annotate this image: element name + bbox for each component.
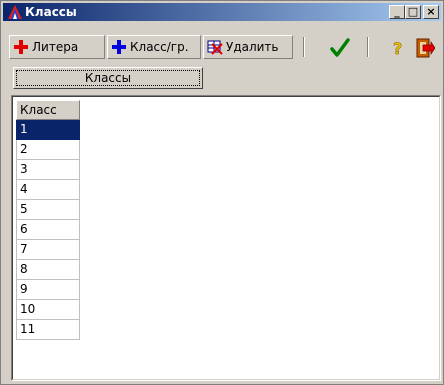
table-row[interactable]: 3 [16,160,80,180]
table-row[interactable]: 1 [16,120,80,140]
table-row[interactable]: 9 [16,280,80,300]
table-row[interactable]: 2 [16,140,80,160]
add-liter-label: Литера [32,40,79,54]
blue-plus-icon [110,38,128,56]
delete-button[interactable]: Удалить [203,35,293,59]
app-logo-icon [7,4,23,20]
table-row[interactable]: 11 [16,320,80,340]
maximize-button[interactable]: □ [405,5,421,19]
toolbar-separator [303,37,305,57]
table-row[interactable]: 4 [16,180,80,200]
svg-text:?: ? [393,39,402,58]
table-row[interactable]: 8 [16,260,80,280]
table-row[interactable]: 7 [16,240,80,260]
table-row[interactable]: 6 [16,220,80,240]
delete-label: Удалить [226,40,279,54]
add-class-group-button[interactable]: Класс/гр. [107,35,201,59]
classes-panel: Класс 1 2 3 4 5 6 7 8 9 10 11 [11,95,441,381]
apply-check-icon[interactable] [329,37,351,59]
tab-focus-rect [16,70,200,86]
red-plus-icon [12,38,30,56]
help-icon[interactable]: ? [389,37,409,59]
close-button[interactable]: × [423,5,439,19]
classes-window: Классы _ □ × Литера Класс/гр. Удалить ? … [0,0,444,385]
delete-grid-icon [206,38,224,56]
window-title: Классы [25,5,77,19]
title-bar[interactable]: Классы _ □ × [3,3,441,21]
table-row[interactable]: 10 [16,300,80,320]
toolbar: Литера Класс/гр. Удалить ? [3,35,441,61]
minimize-button[interactable]: _ [389,5,405,19]
classes-grid: Класс 1 2 3 4 5 6 7 8 9 10 11 [16,100,80,340]
add-liter-button[interactable]: Литера [9,35,105,59]
table-row[interactable]: 5 [16,200,80,220]
toolbar-separator [367,37,369,57]
exit-door-icon[interactable] [413,37,436,59]
tab-classes[interactable]: Классы [13,67,203,89]
add-class-group-label: Класс/гр. [130,40,189,54]
column-header-class[interactable]: Класс [16,100,80,120]
